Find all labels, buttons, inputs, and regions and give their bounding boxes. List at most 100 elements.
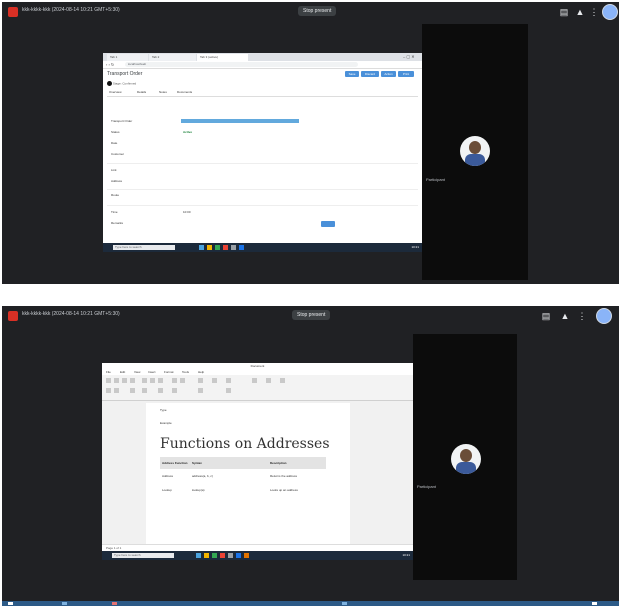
toolbar-icon[interactable] [172,388,177,393]
action-button[interactable]: Action [381,71,396,77]
meet-top-bar: kkk-kkkk-kkk (2024-08-14 10:21 GMT+5:30)… [2,2,619,22]
add-button[interactable] [321,221,335,227]
app-icon[interactable] [199,245,204,250]
start-icon[interactable] [8,602,13,605]
toolbar-icon[interactable] [142,378,147,383]
more-options-icon[interactable]: ⋮ [576,310,588,322]
taskbar-search[interactable]: Type here to search [113,245,175,250]
toolbar-icon[interactable] [252,378,257,383]
field-label: Address [111,179,123,183]
app-icon[interactable] [223,245,228,250]
chat-icon[interactable]: ▤ [558,6,570,18]
presenting-pill[interactable]: Stop present [298,6,337,16]
menu-tools[interactable]: Tools [182,370,189,374]
field-label: Remarks [111,221,124,225]
app-icon[interactable] [239,245,244,250]
more-options-icon[interactable]: ⋮ [588,6,600,18]
chat-icon[interactable]: ▤ [540,310,552,322]
user-avatar[interactable] [602,4,618,20]
app-icon[interactable] [228,553,233,558]
toolbar-icon[interactable] [226,388,231,393]
table-cell: lookup(a) [192,488,205,492]
field-label: Link [111,168,117,172]
toolbar-icon[interactable] [150,378,155,383]
participant-avatar [451,444,481,474]
people-icon[interactable]: ▲ [574,6,586,18]
os-taskbar: Type here to search 10:21 [103,243,422,252]
toolbar-icon[interactable] [280,378,285,383]
app-icon[interactable] [244,553,249,558]
app-icon[interactable] [62,602,67,605]
toolbar-icon[interactable] [142,388,147,393]
section-heading: Functions on Addresses [160,436,330,452]
toolbar-icon[interactable] [106,388,111,393]
url-field[interactable]: localhost/web [125,62,358,67]
participant-panel: Participant [422,24,528,280]
browser-tab[interactable]: Tab 2 [149,54,196,61]
app-icon[interactable] [112,602,117,605]
app-icon[interactable] [342,602,347,605]
toolbar-icon[interactable] [106,378,111,383]
divider [107,189,418,190]
menu-help[interactable]: Help [198,370,204,374]
toolbar-icon[interactable] [266,378,271,383]
tab-notes[interactable]: Notes [159,90,167,94]
toolbar-icon[interactable] [198,388,203,393]
toolbar-icon[interactable] [180,378,185,383]
field-label: Route [111,193,120,197]
app-icon[interactable] [212,553,217,558]
recording-icon [8,7,18,17]
highlighted-selection [181,119,299,123]
divider [107,163,418,164]
people-icon[interactable]: ▲ [559,310,571,322]
table-cell: Lookup [162,488,172,492]
tab-overview[interactable]: Overview [109,90,122,94]
document-page[interactable]: Type Example Functions on Addresses Addr… [146,403,350,560]
os-taskbar: Type here to search 10:21 [102,551,413,560]
app-icon[interactable] [207,245,212,250]
toolbar-icon[interactable] [172,378,177,383]
recording-icon [8,311,18,321]
separator [2,284,619,306]
tab-details[interactable]: Details [137,90,146,94]
user-avatar[interactable] [596,308,612,324]
toolbar-icon[interactable] [158,388,163,393]
menu-view[interactable]: View [134,370,140,374]
menu-edit[interactable]: Edit [120,370,125,374]
toolbar-icon[interactable] [130,388,135,393]
window-controls[interactable]: – ▢ ✕ [403,54,415,59]
participant-avatar [460,136,490,166]
print-button[interactable]: Print [398,71,414,77]
avatar-body [465,154,485,166]
toolbar-icon[interactable] [122,378,127,383]
app-icon[interactable] [215,245,220,250]
row-label: Example [160,421,172,425]
field-label: Status [111,130,120,134]
nav-buttons[interactable]: ‹ › ↻ [106,62,114,67]
document-status-bar: Page 1 of 1 [102,544,413,551]
app-icon[interactable] [204,553,209,558]
app-icon[interactable] [236,553,241,558]
menu-format[interactable]: Format [164,370,174,374]
presenting-pill[interactable]: Stop present [292,310,331,320]
browser-tab[interactable]: Tab 1 [107,54,148,61]
toolbar-icon[interactable] [198,378,203,383]
taskbar-search[interactable]: Type here to search [112,553,174,558]
browser-tab-active[interactable]: Tab 3 (active) [197,54,248,61]
menu-insert[interactable]: Insert [148,370,156,374]
app-icon[interactable] [231,245,236,250]
status-value: Active [183,130,193,134]
app-icon[interactable] [196,553,201,558]
toolbar-icon[interactable] [212,378,217,383]
toolbar-icon[interactable] [226,378,231,383]
discard-button[interactable]: Discard [361,71,379,77]
toolbar-icon[interactable] [130,378,135,383]
app-icon[interactable] [220,553,225,558]
toolbar-icon[interactable] [114,378,119,383]
toolbar-icon[interactable] [114,388,119,393]
save-button[interactable]: Save [345,71,359,77]
tray-icon[interactable] [592,602,597,605]
tab-documents[interactable]: Documents [177,90,192,94]
menu-file[interactable]: File [106,370,111,374]
toolbar-icon[interactable] [158,378,163,383]
